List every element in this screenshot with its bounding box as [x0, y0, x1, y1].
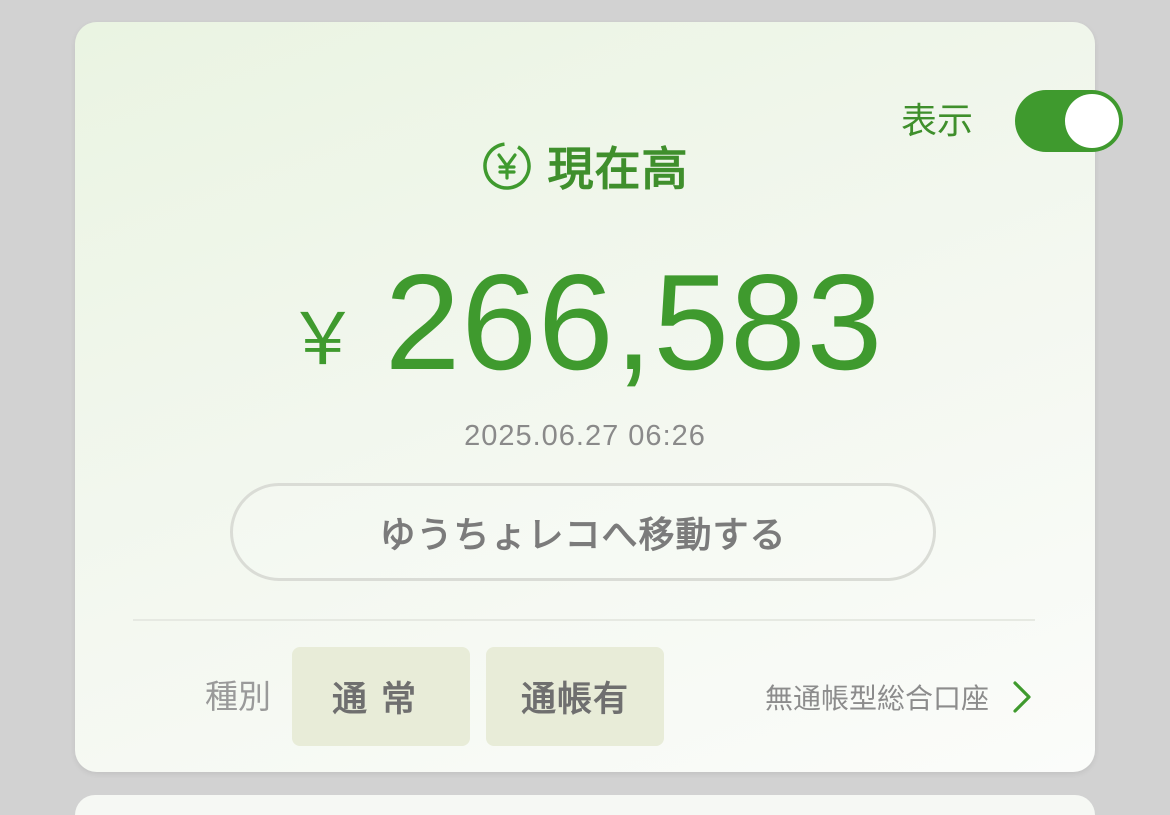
page-title: 現在高 — [547, 142, 689, 196]
yen-circle-icon — [482, 142, 531, 190]
balance-amount: ￥ 266,583 — [75, 246, 1095, 398]
move-to-yucho-reco-button[interactable]: ゆうちょレコへ移動する — [230, 483, 936, 581]
balance-card: 表示 現在高 ￥ 266,583 2025.06.27 06:26 ゆうちょレコ… — [75, 22, 1123, 772]
divider — [133, 619, 1035, 621]
currency-symbol: ￥ — [286, 299, 359, 380]
next-card-edge — [75, 795, 1095, 815]
balance-timestamp: 2025.06.27 06:26 — [464, 420, 706, 452]
chevron-right-icon — [1013, 681, 1031, 713]
account-type-link-text: 無通帳型総合口座 — [765, 682, 990, 715]
balance-title-row: 現在高 — [75, 134, 1095, 198]
account-type-chip-regular: 通常 — [292, 647, 470, 746]
balance-value: 266,583 — [384, 246, 884, 398]
account-type-link[interactable]: 無通帳型総合口座 — [765, 672, 1033, 722]
account-type-label: 種別 — [205, 677, 271, 716]
account-type-chip-passbook: 通帳有 — [486, 647, 664, 746]
